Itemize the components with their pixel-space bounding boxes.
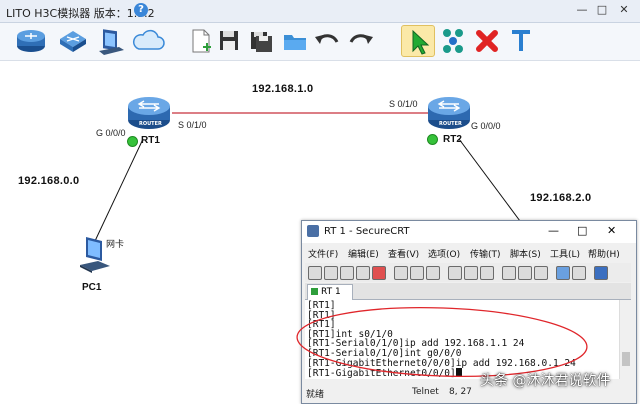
connect-icon[interactable]: [436, 25, 470, 57]
connect-tab-icon[interactable]: [340, 266, 354, 280]
network-label-192-168-0-0: 192.168.0.0: [18, 175, 80, 187]
help-icon[interactable]: ?: [134, 3, 148, 17]
pc1-label: PC1: [82, 282, 102, 293]
window-titlebar: LITO H3C模拟器 版本：1.5.2 ? — □ ✕: [0, 0, 640, 23]
menu-view[interactable]: 查看(V): [388, 247, 419, 260]
menu-help[interactable]: 帮助(H): [588, 247, 620, 260]
pc1-interface-label: 网卡: [106, 239, 125, 249]
link-rt1-pc1: [94, 138, 144, 242]
link-rt2-net: [458, 138, 521, 222]
close-button[interactable]: ✕: [616, 3, 632, 17]
router-rt1[interactable]: ROUTER: [126, 94, 172, 130]
network-label-192-168-2-0: 192.168.2.0: [530, 192, 592, 204]
cloud-icon[interactable]: [131, 25, 165, 57]
router-rt2[interactable]: ROUTER: [426, 94, 472, 130]
disconnect-icon[interactable]: [372, 266, 386, 280]
status-cursor-position: 8, 27: [449, 387, 472, 397]
terminal-line: [RT1]: [307, 300, 336, 311]
terminal-scrollbar[interactable]: [619, 300, 632, 379]
network-label-192-168-1-0: 192.168.1.0: [252, 83, 314, 95]
settings-icon[interactable]: [502, 266, 516, 280]
connect-icon[interactable]: [308, 266, 322, 280]
paste-icon[interactable]: [410, 266, 424, 280]
open-folder-icon[interactable]: [278, 25, 312, 57]
securecrt-menubar: 文件(F) 编辑(E) 查看(V) 选项(O) 传输(T) 脚本(S) 工具(L…: [302, 244, 636, 262]
save-icon[interactable]: [212, 25, 246, 57]
reconnect-icon[interactable]: [356, 266, 370, 280]
securecrt-titlebar: RT 1 - SecureCRT — □ ✕: [302, 221, 636, 243]
scrollbar-thumb[interactable]: [622, 352, 630, 366]
menu-options[interactable]: 选项(O): [428, 247, 460, 260]
crt-close-button[interactable]: ✕: [607, 224, 616, 237]
about-icon[interactable]: [572, 266, 586, 280]
crt-maximize-button[interactable]: □: [577, 224, 587, 237]
terminal-line: [RT1-GigabitEthernet0/0/0]ip add 192.168…: [307, 357, 576, 369]
keyboard-icon[interactable]: [594, 266, 608, 280]
print-setup-icon[interactable]: [480, 266, 494, 280]
menu-tools[interactable]: 工具(L): [550, 247, 580, 260]
undo-icon[interactable]: [310, 25, 344, 57]
print-icon[interactable]: [464, 266, 478, 280]
terminal-prompt: [RT1-GigabitEthernet0/0/0]: [307, 368, 456, 379]
router-icon[interactable]: [14, 25, 48, 57]
session-options-icon[interactable]: [448, 266, 462, 280]
router-badge: ROUTER: [439, 121, 462, 127]
pc-icon[interactable]: [94, 25, 128, 57]
rt1-s-interface-label: S 0/1/0: [178, 120, 207, 130]
help-icon[interactable]: [556, 266, 570, 280]
keymap-icon[interactable]: [518, 266, 532, 280]
redo-icon[interactable]: [344, 25, 378, 57]
securecrt-toolbar: [305, 263, 631, 282]
minimize-button[interactable]: —: [574, 3, 590, 17]
terminal-output[interactable]: [RT1] [RT1] [RT1] [RT1]int s0/1/0 [RT1-S…: [305, 300, 619, 379]
quick-connect-icon[interactable]: [324, 266, 338, 280]
maximize-button[interactable]: □: [594, 3, 610, 17]
switch-icon[interactable]: [56, 25, 90, 57]
select-arrow-icon[interactable]: [401, 25, 435, 57]
rt2-g-interface-label: G 0/0/0: [471, 121, 501, 131]
status-ready: 就绪: [306, 390, 325, 400]
crt-minimize-button[interactable]: —: [548, 224, 559, 237]
menu-file[interactable]: 文件(F): [308, 247, 338, 260]
watermark: 头条 @沐沐君说软件: [480, 373, 611, 389]
menu-transfer[interactable]: 传输(T): [470, 247, 501, 260]
menu-script[interactable]: 脚本(S): [510, 247, 541, 260]
delete-icon[interactable]: [470, 25, 504, 57]
sftp-icon[interactable]: [534, 266, 548, 280]
tab-rt1[interactable]: RT 1: [307, 284, 353, 300]
rt2-status-dot: [427, 134, 438, 145]
tab-rt1-label: RT 1: [321, 287, 341, 297]
rt1-g-interface-label: G 0/0/0: [96, 128, 126, 138]
rt2-label: RT2: [443, 134, 462, 145]
terminal-line: [RT1]: [307, 309, 336, 321]
copy-icon[interactable]: [394, 266, 408, 280]
rt2-s-interface-label: S 0/1/0: [389, 99, 418, 109]
status-protocol: Telnet: [412, 387, 439, 397]
securecrt-tabbar: RT 1: [305, 283, 631, 300]
text-tool-icon[interactable]: [504, 25, 538, 57]
find-icon[interactable]: [426, 266, 440, 280]
session-status-icon: [311, 288, 318, 295]
securecrt-app-icon: [307, 225, 319, 237]
window-title: LITO H3C模拟器 版本：1.5.2: [6, 7, 155, 20]
rt1-label: RT1: [141, 135, 160, 146]
toolbar: [0, 23, 640, 61]
router-badge: ROUTER: [139, 121, 162, 127]
securecrt-title: RT 1 - SecureCRT: [324, 226, 410, 237]
menu-edit[interactable]: 编辑(E): [348, 247, 379, 260]
rt1-status-dot: [127, 136, 138, 147]
save-as-icon[interactable]: [244, 25, 278, 57]
terminal-cursor: [455, 368, 462, 378]
